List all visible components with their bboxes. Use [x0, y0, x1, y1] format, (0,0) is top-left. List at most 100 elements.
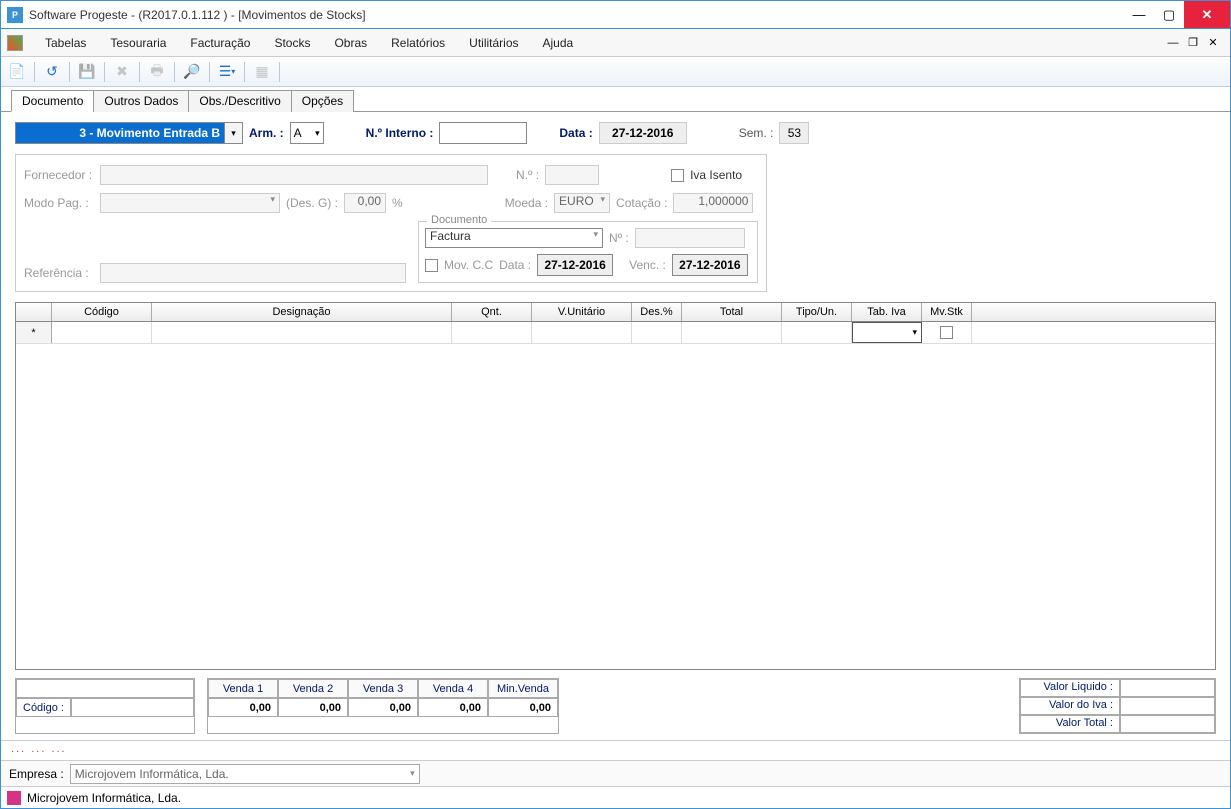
fornecedor-input[interactable]	[100, 165, 488, 185]
search-button[interactable]: 🔎	[180, 60, 204, 84]
cell-tabiva[interactable]: ▾	[852, 322, 922, 343]
movimento-type-select[interactable]: 3 - Movimento Entrada B	[15, 122, 225, 144]
footer-panel: Código : Venda 1 Venda 2 Venda 3 Venda 4…	[15, 678, 1216, 734]
venc-label: Venc. :	[629, 258, 666, 272]
mdi-close[interactable]: ✕	[1206, 36, 1220, 50]
moeda-select[interactable]: EURO▾	[554, 193, 610, 213]
titlebar: P Software Progeste - (R2017.0.1.112 ) -…	[1, 1, 1230, 29]
empresa-select[interactable]: Microjovem Informática, Lda. ▾	[70, 764, 420, 784]
menu-obras[interactable]: Obras	[322, 29, 379, 56]
doc-no-label: Nº :	[609, 231, 629, 245]
col-total[interactable]: Total	[682, 303, 782, 321]
print-button[interactable]: 🖶	[145, 60, 169, 84]
grid-new-row[interactable]: * ▾	[16, 322, 1215, 344]
close-button[interactable]: ✕	[1184, 1, 1230, 28]
cell-mvstk[interactable]	[922, 322, 972, 343]
cell-despercent[interactable]	[632, 322, 682, 343]
modo-pag-label: Modo Pag. :	[24, 196, 94, 210]
data-value[interactable]: 27-12-2016	[599, 122, 687, 144]
tab-outros-dados[interactable]: Outros Dados	[93, 90, 189, 112]
no-input[interactable]	[545, 165, 599, 185]
col-designacao[interactable]: Designação	[152, 303, 452, 321]
col-codigo[interactable]: Código	[52, 303, 152, 321]
modo-pag-select[interactable]: ▾	[100, 193, 280, 213]
venc-value[interactable]: 27-12-2016	[672, 254, 748, 276]
new-button[interactable]: 📄	[5, 60, 29, 84]
menu-utilitarios[interactable]: Utilitários	[457, 29, 530, 56]
grid-header: Código Designação Qnt. V.Unitário Des.% …	[16, 303, 1215, 322]
valor-iva-label: Valor do Iva :	[1020, 697, 1120, 715]
num-interno-input[interactable]	[439, 122, 527, 144]
mdi-restore[interactable]: ❐	[1186, 36, 1200, 50]
col-tipoun[interactable]: Tipo/Un.	[782, 303, 852, 321]
mov-cc-label: Mov. C.C	[444, 258, 493, 272]
tab-documento[interactable]: Documento	[11, 90, 94, 112]
doc-type-select[interactable]: Factura▾	[425, 228, 603, 248]
cotacao-input[interactable]: 1,000000	[673, 193, 753, 213]
col-mvstk[interactable]: Mv.Stk	[922, 303, 972, 321]
tab-obs-descritivo[interactable]: Obs./Descritivo	[188, 90, 291, 112]
menubar: Tabelas Tesouraria Facturação Stocks Obr…	[1, 29, 1230, 57]
maximize-button[interactable]: ▢	[1154, 1, 1184, 28]
mov-cc-checkbox[interactable]	[425, 259, 438, 272]
referencia-input[interactable]	[100, 263, 406, 283]
company-icon	[7, 791, 21, 805]
cell-qnt[interactable]	[452, 322, 532, 343]
doc-type-value: Factura	[430, 229, 471, 247]
menu-stocks[interactable]: Stocks	[262, 29, 322, 56]
doc-no-input[interactable]	[635, 228, 745, 248]
delete-button[interactable]: ✖	[110, 60, 134, 84]
cell-vunitario[interactable]	[532, 322, 632, 343]
arm-select[interactable]: A▾	[290, 122, 324, 144]
totals-panel: Valor Liquido : Valor do Iva : Valor Tot…	[1019, 678, 1216, 734]
refresh-button[interactable]: ↺	[40, 60, 64, 84]
iva-isento-checkbox[interactable]	[671, 169, 684, 182]
cell-designacao[interactable]	[152, 322, 452, 343]
tab-opcoes[interactable]: Opções	[291, 90, 354, 112]
col-vunitario[interactable]: V.Unitário	[532, 303, 632, 321]
venda2-val: 0,00	[278, 698, 348, 717]
mdi-controls: — ❐ ✕	[1166, 36, 1224, 50]
menu-tabelas[interactable]: Tabelas	[33, 29, 98, 56]
referencia-label: Referência :	[24, 266, 94, 280]
mdi-minimize[interactable]: —	[1166, 36, 1180, 50]
empresa-bar: Empresa : Microjovem Informática, Lda. ▾	[1, 760, 1230, 786]
documento-legend: Documento	[427, 214, 491, 226]
desg-input[interactable]: 0,00	[344, 193, 386, 213]
extra-button[interactable]: ▦	[250, 60, 274, 84]
mov-data-label: Data :	[499, 258, 531, 272]
col-tabiva[interactable]: Tab. Iva	[852, 303, 922, 321]
items-grid[interactable]: Código Designação Qnt. V.Unitário Des.% …	[15, 302, 1216, 670]
codigo-value[interactable]	[71, 698, 194, 717]
col-qnt[interactable]: Qnt.	[452, 303, 532, 321]
venda4-val: 0,00	[418, 698, 488, 717]
menu-facturacao[interactable]: Facturação	[178, 29, 262, 56]
col-despercent[interactable]: Des.%	[632, 303, 682, 321]
menu-tesouraria[interactable]: Tesouraria	[98, 29, 178, 56]
venda4-head: Venda 4	[418, 679, 488, 698]
chevron-down-icon: ▾	[410, 768, 415, 779]
cell-total[interactable]	[682, 322, 782, 343]
cotacao-label: Cotação :	[616, 196, 667, 210]
arm-value: A	[294, 126, 302, 140]
venda2-head: Venda 2	[278, 679, 348, 698]
menu-ajuda[interactable]: Ajuda	[531, 29, 586, 56]
menu-app-icon	[7, 35, 23, 51]
valor-total-value	[1120, 715, 1215, 733]
mvstk-checkbox[interactable]	[940, 326, 953, 339]
save-button[interactable]: 💾	[75, 60, 99, 84]
mov-data-value[interactable]: 27-12-2016	[537, 254, 613, 276]
minvenda-val: 0,00	[488, 698, 558, 717]
moeda-value: EURO	[559, 194, 594, 212]
app-window: P Software Progeste - (R2017.0.1.112 ) -…	[0, 0, 1231, 809]
minvenda-head: Min.Venda	[488, 679, 558, 698]
codigo-panel: Código :	[15, 678, 195, 734]
minimize-button[interactable]: —	[1124, 1, 1154, 28]
empresa-value: Microjovem Informática, Lda.	[75, 767, 229, 781]
filter-button[interactable]: ☰▾	[215, 60, 239, 84]
cell-tipoun[interactable]	[782, 322, 852, 343]
menu-relatorios[interactable]: Relatórios	[379, 29, 457, 56]
bottom-bar: Microjovem Informática, Lda.	[1, 786, 1230, 808]
cell-codigo[interactable]	[52, 322, 152, 343]
movimento-type-caret[interactable]: ▾	[225, 122, 243, 144]
